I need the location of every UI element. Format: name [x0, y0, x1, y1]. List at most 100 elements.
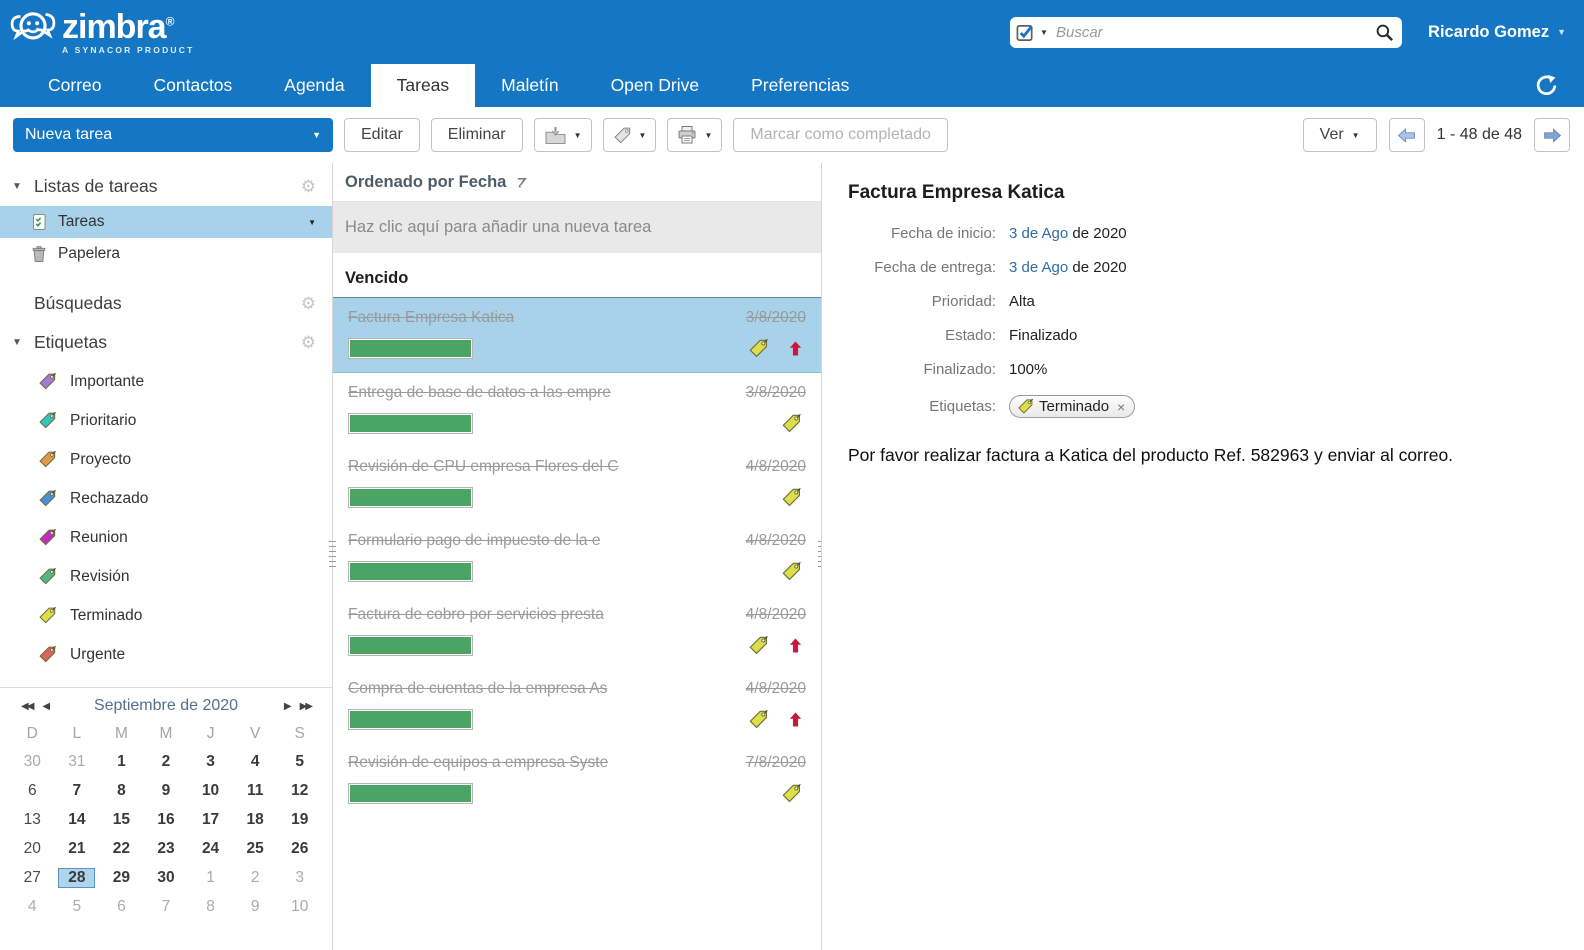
searches-header[interactable]: Búsquedas ⚙ — [0, 284, 332, 323]
delete-button[interactable]: Eliminar — [431, 118, 523, 152]
calendar-day[interactable]: 1 — [110, 752, 133, 772]
chevron-down-icon[interactable]: ▼ — [308, 218, 316, 227]
tab-contactos[interactable]: Contactos — [128, 64, 259, 107]
gear-icon[interactable]: ⚙ — [301, 177, 316, 197]
calendar-day[interactable]: 16 — [150, 810, 181, 830]
calendar-day[interactable]: 7 — [155, 897, 178, 917]
calendar-day[interactable]: 9 — [244, 897, 267, 917]
task-row[interactable]: Revisión de CPU empresa Flores del C 4/8… — [333, 447, 821, 521]
calendar-day[interactable]: 3 — [199, 752, 222, 772]
calendar-day[interactable]: 31 — [61, 752, 92, 772]
start-date-link[interactable]: 3 de Ago — [1009, 225, 1068, 242]
add-task-bar[interactable]: Haz clic aquí para añadir una nueva tare… — [333, 202, 821, 253]
gear-icon[interactable]: ⚙ — [301, 294, 316, 314]
task-row[interactable]: Factura de cobro por servicios presta 4/… — [333, 595, 821, 669]
calendar-day[interactable]: 2 — [244, 868, 267, 888]
calendar-day[interactable]: 25 — [240, 839, 271, 859]
user-menu[interactable]: Ricardo Gomez ▼ — [1428, 23, 1566, 42]
calendar-day[interactable]: 8 — [199, 897, 222, 917]
search-input[interactable] — [1048, 24, 1375, 41]
calendar-day[interactable]: 6 — [110, 897, 133, 917]
tag-button[interactable]: ▼ — [603, 118, 657, 152]
remove-tag-icon[interactable]: × — [1117, 399, 1125, 415]
calendar-day[interactable]: 11 — [240, 781, 270, 801]
calendar-day[interactable]: 7 — [66, 781, 89, 801]
task-row[interactable]: Revisión de equipos a empresa Syste 7/8/… — [333, 743, 821, 817]
calendar-day[interactable]: 19 — [284, 810, 315, 830]
sidebar-item-tareas[interactable]: Tareas ▼ — [0, 206, 332, 238]
calendar-prev-year-icon[interactable]: ◀◀ — [16, 701, 37, 712]
task-row[interactable]: Entrega de base de datos a las empre 3/8… — [333, 373, 821, 447]
tab-correo[interactable]: Correo — [22, 64, 128, 107]
sidebar-tag-terminado[interactable]: Terminado — [0, 596, 332, 635]
tags-header[interactable]: ▼ Etiquetas ⚙ — [0, 323, 332, 362]
calendar-day[interactable]: 21 — [61, 839, 92, 859]
tab-maletin[interactable]: Maletín — [475, 64, 584, 107]
next-page-button[interactable] — [1534, 118, 1570, 152]
task-row[interactable]: Compra de cuentas de la empresa As 4/8/2… — [333, 669, 821, 743]
calendar-day[interactable]: 17 — [195, 810, 226, 830]
task-row[interactable]: Factura Empresa Katica 3/8/2020 — [333, 297, 821, 373]
tab-tareas[interactable]: Tareas — [371, 64, 476, 107]
calendar-day[interactable]: 30 — [150, 868, 181, 888]
sidebar-item-papelera[interactable]: Papelera — [0, 238, 332, 270]
sidebar-tag-urgente[interactable]: Urgente — [0, 635, 332, 674]
sidebar-tag-revision[interactable]: Revisión — [0, 557, 332, 596]
calendar-day[interactable]: 4 — [244, 752, 267, 772]
view-button[interactable]: Ver ▼ — [1303, 118, 1377, 152]
new-task-button[interactable]: Nueva tarea ▼ — [13, 118, 333, 152]
tag-chip-terminado[interactable]: Terminado × — [1009, 395, 1135, 418]
calendar-day[interactable]: 26 — [284, 839, 315, 859]
calendar-day[interactable]: 12 — [284, 781, 315, 801]
sort-header[interactable]: Ordenado por Fecha — [333, 163, 821, 202]
calendar-day[interactable]: 23 — [150, 839, 181, 859]
calendar-day[interactable]: 29 — [106, 868, 137, 888]
calendar-day[interactable]: 20 — [17, 839, 48, 859]
calendar-day[interactable]: 18 — [240, 810, 271, 830]
gear-icon[interactable]: ⚙ — [301, 333, 316, 353]
calendar-day[interactable]: 13 — [17, 810, 48, 830]
calendar-day[interactable]: 30 — [17, 752, 48, 772]
calendar-day[interactable]: 28 — [58, 868, 95, 888]
calendar-day[interactable]: 8 — [110, 781, 133, 801]
calendar-day[interactable]: 22 — [106, 839, 137, 859]
sidebar-tag-rechazado[interactable]: Rechazado — [0, 479, 332, 518]
task-row[interactable]: Formulario pago de impuesto de la e 4/8/… — [333, 521, 821, 595]
calendar-day[interactable]: 4 — [21, 897, 44, 917]
calendar-next-month-icon[interactable]: ▶ — [279, 701, 295, 712]
calendar-day[interactable]: 10 — [195, 781, 226, 801]
due-date-link[interactable]: 3 de Ago — [1009, 259, 1068, 276]
calendar-day[interactable]: 9 — [155, 781, 178, 801]
calendar-day[interactable]: 6 — [21, 781, 44, 801]
sidebar-tag-proyecto[interactable]: Proyecto — [0, 440, 332, 479]
calendar-day[interactable]: 5 — [288, 752, 311, 772]
calendar-day[interactable]: 10 — [284, 897, 315, 917]
calendar-day[interactable]: 24 — [195, 839, 226, 859]
move-to-folder-button[interactable]: ▼ — [534, 118, 592, 152]
tab-agenda[interactable]: Agenda — [258, 64, 370, 107]
search-scope-selector[interactable]: ▼ — [1016, 23, 1048, 42]
calendar-day[interactable]: 15 — [106, 810, 137, 830]
task-lists-header[interactable]: ▼ Listas de tareas ⚙ — [0, 167, 332, 206]
calendar-day[interactable]: 5 — [66, 897, 89, 917]
mark-completed-button[interactable]: Marcar como completado — [733, 118, 948, 152]
sidebar-tag-prioritario[interactable]: Prioritario — [0, 401, 332, 440]
calendar-day[interactable]: 27 — [17, 868, 48, 888]
refresh-icon[interactable] — [1535, 64, 1558, 107]
collapse-triangle-icon[interactable]: ▼ — [12, 337, 34, 348]
search-icon[interactable] — [1375, 23, 1394, 42]
calendar-day[interactable]: 1 — [199, 868, 222, 888]
print-button[interactable]: ▼ — [667, 118, 722, 152]
sidebar-tag-importante[interactable]: Importante — [0, 362, 332, 401]
calendar-day[interactable]: 3 — [288, 868, 311, 888]
calendar-prev-month-icon[interactable]: ◀ — [37, 701, 53, 712]
tab-preferencias[interactable]: Preferencias — [725, 64, 875, 107]
calendar-next-year-icon[interactable]: ▶▶ — [295, 701, 316, 712]
sidebar-tag-reunion[interactable]: Reunion — [0, 518, 332, 557]
collapse-triangle-icon[interactable]: ▼ — [12, 181, 34, 192]
tasklist-resize-handle[interactable] — [818, 541, 822, 571]
prev-page-button[interactable] — [1389, 118, 1425, 152]
calendar-day[interactable]: 2 — [155, 752, 178, 772]
edit-button[interactable]: Editar — [344, 118, 420, 152]
calendar-day[interactable]: 14 — [61, 810, 92, 830]
